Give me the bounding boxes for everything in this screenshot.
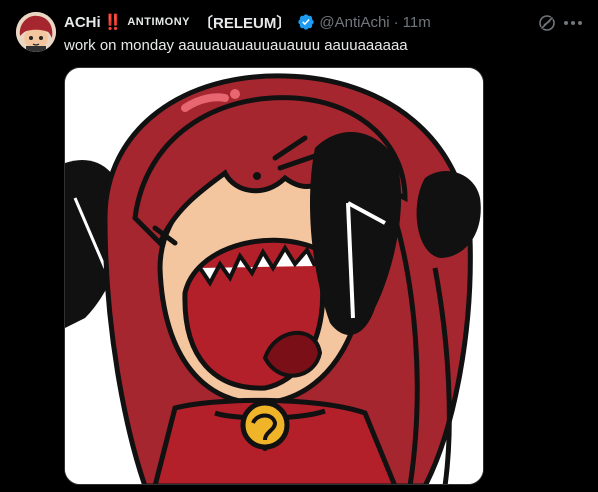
tweet-text: work on monday aauuauauauuauauuu aauuaaa…: [64, 37, 408, 54]
timestamp[interactable]: 11m: [403, 14, 431, 31]
separator-dot: ·: [393, 13, 399, 31]
avatar-image: [16, 12, 56, 52]
tweet-media-image[interactable]: [64, 67, 484, 485]
verified-badge-icon[interactable]: [297, 13, 315, 31]
affiliation-small-text: ANTIMONY: [127, 16, 191, 28]
grok-icon[interactable]: [537, 13, 557, 33]
more-icon[interactable]: [562, 13, 584, 33]
double-exclamation-emoji: ‼️: [103, 14, 123, 31]
user-handle[interactable]: @AntiAchi: [319, 14, 389, 31]
avatar[interactable]: [16, 12, 56, 52]
tweet-header: ACHi ‼️ ANTIMONY 〔RELEUM〕 @AntiAchi · 11…: [64, 12, 431, 32]
screaming-character-illustration: [65, 68, 483, 484]
display-name[interactable]: ACHi: [64, 14, 101, 31]
affiliation-tag: 〔RELEUM〕: [198, 14, 292, 32]
tweet: ACHi ‼️ ANTIMONY 〔RELEUM〕 @AntiAchi · 11…: [0, 0, 598, 492]
